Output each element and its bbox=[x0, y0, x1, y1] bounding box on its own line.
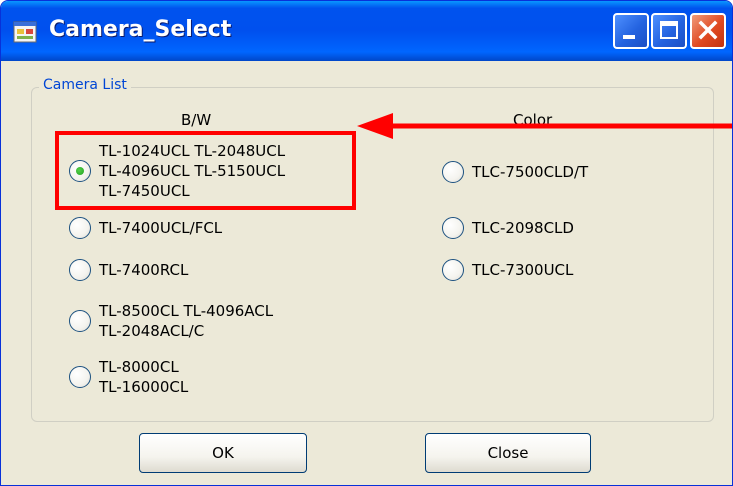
radio-option-bw-2[interactable]: TL-7400UCL/FCL bbox=[69, 217, 222, 239]
radio-button[interactable] bbox=[442, 217, 464, 239]
radio-option-label: TL-7400RCL bbox=[99, 261, 189, 279]
minimize-icon bbox=[623, 35, 635, 39]
radio-option-label: TLC-7300UCL bbox=[472, 261, 574, 279]
close-button[interactable]: Close bbox=[425, 433, 591, 473]
radio-button[interactable] bbox=[69, 259, 91, 281]
title-bar[interactable]: Camera_Select bbox=[1, 1, 732, 61]
radio-button[interactable] bbox=[442, 161, 464, 183]
radio-option-bw-4[interactable]: TL-8500CL TL-4096ACL TL-2048ACL/C bbox=[69, 301, 273, 341]
radio-option-label: TLC-2098CLD bbox=[472, 219, 574, 237]
radio-option-color-2[interactable]: TLC-2098CLD bbox=[442, 217, 574, 239]
camera-list-label: Camera List bbox=[39, 77, 131, 93]
annotation-arrow-icon bbox=[357, 113, 732, 139]
close-window-button[interactable] bbox=[690, 13, 726, 49]
maximize-icon bbox=[660, 21, 678, 39]
maximize-button[interactable] bbox=[651, 13, 687, 49]
radio-button[interactable] bbox=[69, 217, 91, 239]
minimize-button[interactable] bbox=[613, 13, 649, 49]
app-window-icon bbox=[13, 21, 37, 43]
radio-option-color-1[interactable]: TLC-7500CLD/T bbox=[442, 161, 588, 183]
radio-button[interactable] bbox=[69, 366, 91, 388]
radio-option-label: TLC-7500CLD/T bbox=[472, 163, 589, 181]
radio-button[interactable] bbox=[442, 259, 464, 281]
radio-option-label: TL-8500CL TL-4096ACL TL-2048ACL/C bbox=[99, 302, 274, 340]
ok-button[interactable]: OK bbox=[139, 433, 307, 473]
radio-option-label: TL-7400UCL/FCL bbox=[99, 219, 223, 237]
radio-option-color-3[interactable]: TLC-7300UCL bbox=[442, 259, 573, 281]
radio-option-bw-5[interactable]: TL-8000CL TL-16000CL bbox=[69, 357, 188, 397]
camera-select-window: Camera_Select Camera List B/W Color TL-1… bbox=[0, 0, 733, 486]
window-title: Camera_Select bbox=[49, 17, 232, 42]
close-icon bbox=[698, 20, 718, 40]
radio-button[interactable] bbox=[69, 310, 91, 332]
radio-option-bw-3[interactable]: TL-7400RCL bbox=[69, 259, 188, 281]
bw-column-header: B/W bbox=[181, 111, 212, 129]
highlight-annotation-box bbox=[55, 131, 356, 210]
radio-option-label: TL-8000CL TL-16000CL bbox=[99, 358, 189, 396]
